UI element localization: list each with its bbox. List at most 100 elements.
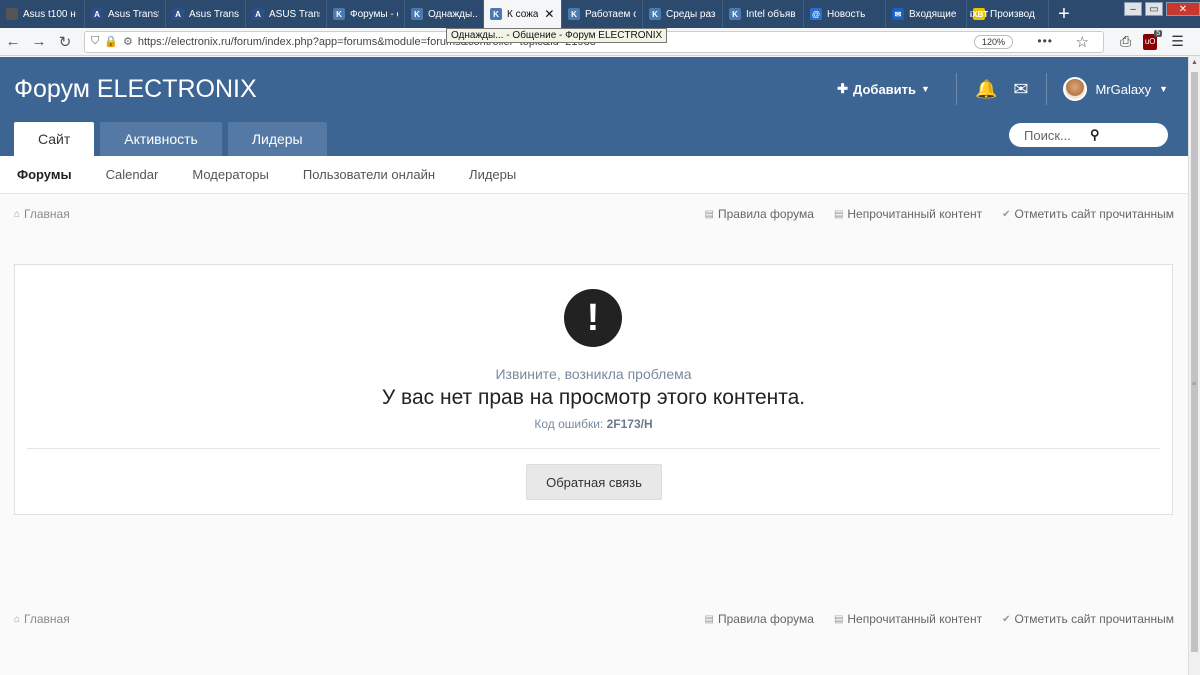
browser-tab-label[interactable]: Однажды... bbox=[428, 9, 477, 20]
unread-content-label[interactable]: Непрочитанный контент bbox=[847, 207, 982, 221]
browser-tab-label[interactable]: Asus Transf bbox=[189, 9, 239, 20]
envelope-icon[interactable]: ✉ bbox=[1005, 79, 1036, 100]
subnav-calendar[interactable]: Calendar bbox=[106, 167, 159, 182]
window-close-icon[interactable]: ✕ bbox=[1166, 2, 1200, 16]
error-panel: ! Извините, возникла проблема У вас нет … bbox=[14, 264, 1173, 515]
window-controls: – ▭ ✕ bbox=[1121, 0, 1200, 28]
browser-tab-label[interactable]: Работаем с bbox=[585, 9, 636, 20]
breadcrumb-footer: ⌂ Главная ▤ Правила форума ▤ Непрочитанн… bbox=[14, 611, 1174, 627]
plus-icon: ✚ bbox=[837, 81, 849, 96]
add-button[interactable]: ✚ Добавить ▼ bbox=[837, 81, 946, 97]
scroll-up-icon[interactable]: ▲ bbox=[1189, 56, 1200, 70]
avatar[interactable] bbox=[1063, 77, 1088, 101]
browser-tab[interactable]: ✉ Входящие bbox=[886, 0, 967, 28]
page-scrollbar[interactable]: ▲ ≡ bbox=[1188, 56, 1200, 675]
forum-rules-link[interactable]: ▤ Правила форума bbox=[705, 612, 814, 626]
page-actions-icon[interactable]: ••• bbox=[1037, 34, 1053, 48]
tab-tooltip: Однажды... - Общение - Форум ELECTRONIX bbox=[446, 28, 668, 43]
tab-site[interactable]: Сайт bbox=[14, 122, 95, 156]
unread-icon: ▤ bbox=[833, 208, 844, 220]
back-arrow-icon[interactable]: ← bbox=[0, 31, 26, 53]
zoom-indicator[interactable]: 120% bbox=[973, 34, 1013, 49]
tab-favicon-icon: ✉ bbox=[892, 8, 904, 20]
breadcrumb-home[interactable]: ⌂ Главная bbox=[14, 207, 70, 221]
browser-tab-label[interactable]: Новость bbox=[827, 9, 865, 20]
tab-activity[interactable]: Активность bbox=[100, 122, 222, 156]
browser-tab[interactable]: K К сожа ✕ bbox=[484, 0, 562, 28]
reload-icon[interactable]: ↻ bbox=[52, 31, 78, 53]
browser-tab[interactable]: K Intel объяв bbox=[723, 0, 804, 28]
subnav-leaders[interactable]: Лидеры bbox=[469, 167, 516, 182]
forum-rules-link[interactable]: ▤ Правила форума bbox=[705, 207, 814, 221]
print-icon[interactable]: ⎙ bbox=[1120, 33, 1131, 50]
browser-tab-label[interactable]: Asus Transf bbox=[108, 9, 159, 20]
new-tab-button[interactable]: + bbox=[1049, 0, 1079, 28]
browser-tab[interactable]: A ASUS Trans bbox=[246, 0, 327, 28]
subnav-forums[interactable]: Форумы bbox=[17, 167, 72, 182]
subnav-users-online[interactable]: Пользователи онлайн bbox=[303, 167, 435, 182]
bell-icon[interactable]: 🔔 bbox=[967, 79, 1005, 100]
browser-tab[interactable]: @ Новость bbox=[804, 0, 886, 28]
browser-tab[interactable]: K Среды раз bbox=[643, 0, 723, 28]
rules-icon: ▤ bbox=[704, 208, 714, 220]
breadcrumb-home-label[interactable]: Главная bbox=[24, 612, 70, 626]
mark-site-read-label[interactable]: Отметить сайт прочитанным bbox=[1014, 207, 1174, 221]
error-message: У вас нет прав на просмотр этого контент… bbox=[381, 386, 806, 409]
chevron-down-icon: ▼ bbox=[1159, 84, 1168, 94]
browser-tab[interactable]: A Asus Transf bbox=[166, 0, 246, 28]
ublock-count: 5 bbox=[1154, 29, 1163, 37]
unread-content-link[interactable]: ▤ Непрочитанный контент bbox=[834, 207, 982, 221]
forum-logo[interactable]: Форум ELECTRONIX bbox=[14, 75, 257, 104]
chevron-down-icon: ▼ bbox=[921, 84, 930, 94]
maximize-icon[interactable]: ▭ bbox=[1145, 2, 1163, 16]
browser-tab-label[interactable]: Asus t100 н bbox=[23, 9, 76, 20]
browser-tab[interactable]: K Форумы - о bbox=[327, 0, 405, 28]
tab-favicon-icon: K bbox=[729, 8, 741, 20]
user-menu[interactable]: MrGalaxy ▼ bbox=[1063, 77, 1168, 101]
tab-leaders[interactable]: Лидеры bbox=[227, 122, 327, 156]
lock-icon[interactable]: 🔒 bbox=[104, 35, 118, 48]
tab-favicon-icon: A bbox=[172, 8, 184, 20]
shield-icon[interactable]: ⛉ bbox=[91, 35, 99, 48]
scrollbar-thumb[interactable] bbox=[1191, 72, 1198, 652]
browser-tab-label[interactable]: Входящие bbox=[909, 9, 956, 20]
hamburger-menu-icon[interactable]: ☰ bbox=[1171, 33, 1184, 50]
search-icon[interactable]: ⚲ bbox=[1090, 127, 1156, 143]
home-icon: ⌂ bbox=[14, 208, 21, 220]
feedback-button[interactable]: Обратная связь bbox=[526, 464, 662, 500]
forum-rules-label[interactable]: Правила форума bbox=[718, 612, 814, 626]
subnav-moderators[interactable]: Модераторы bbox=[192, 167, 269, 182]
unread-content-link[interactable]: ▤ Непрочитанный контент bbox=[834, 612, 982, 626]
browser-tab[interactable]: A Asus Transf bbox=[85, 0, 166, 28]
minimize-icon[interactable]: – bbox=[1124, 2, 1142, 16]
breadcrumb-home-label[interactable]: Главная bbox=[24, 207, 70, 221]
browser-tab-label[interactable]: ASUS Trans bbox=[269, 9, 320, 20]
browser-tab[interactable]: Asus t100 н bbox=[0, 0, 85, 28]
browser-tab-label[interactable]: Intel объяв bbox=[746, 9, 796, 20]
browser-tab[interactable]: K Работаем с bbox=[562, 0, 643, 28]
unread-content-label[interactable]: Непрочитанный контент bbox=[847, 612, 982, 626]
browser-tab[interactable]: K Однажды... bbox=[405, 0, 484, 28]
forum-rules-label[interactable]: Правила форума bbox=[718, 207, 814, 221]
browser-tab-label[interactable]: К сожа bbox=[507, 9, 538, 20]
browser-tab[interactable]: iXBT Производ bbox=[967, 0, 1049, 28]
tab-close-icon[interactable]: ✕ bbox=[544, 7, 554, 21]
browser-tab-label[interactable]: Среды раз bbox=[666, 9, 716, 20]
secondary-nav: Форумы Calendar Модераторы Пользователи … bbox=[0, 156, 1188, 194]
username[interactable]: MrGalaxy bbox=[1095, 82, 1151, 97]
rules-icon: ▤ bbox=[704, 613, 714, 625]
browser-tab-label[interactable]: Форумы - о bbox=[350, 9, 398, 20]
mark-site-read-link[interactable]: ✔ Отметить сайт прочитанным bbox=[1002, 612, 1174, 626]
mark-site-read-link[interactable]: ✔ Отметить сайт прочитанным bbox=[1002, 207, 1174, 221]
primary-nav: Сайт Активность Лидеры bbox=[14, 122, 327, 156]
bookmark-star-icon[interactable]: ☆ bbox=[1076, 33, 1089, 51]
breadcrumb-home[interactable]: ⌂ Главная bbox=[14, 612, 70, 626]
tab-favicon-icon: K bbox=[490, 8, 502, 20]
forward-arrow-icon[interactable]: → bbox=[26, 31, 52, 53]
mark-site-read-label[interactable]: Отметить сайт прочитанным bbox=[1014, 612, 1174, 626]
ublock-icon[interactable]: uO 5 bbox=[1143, 29, 1163, 50]
browser-tab-label[interactable]: Производ bbox=[990, 9, 1035, 20]
permissions-icon[interactable]: ⚙ bbox=[123, 35, 133, 48]
search-placeholder[interactable]: Поиск... bbox=[1024, 128, 1090, 143]
search-input[interactable]: Поиск... ⚲ bbox=[1009, 123, 1168, 147]
